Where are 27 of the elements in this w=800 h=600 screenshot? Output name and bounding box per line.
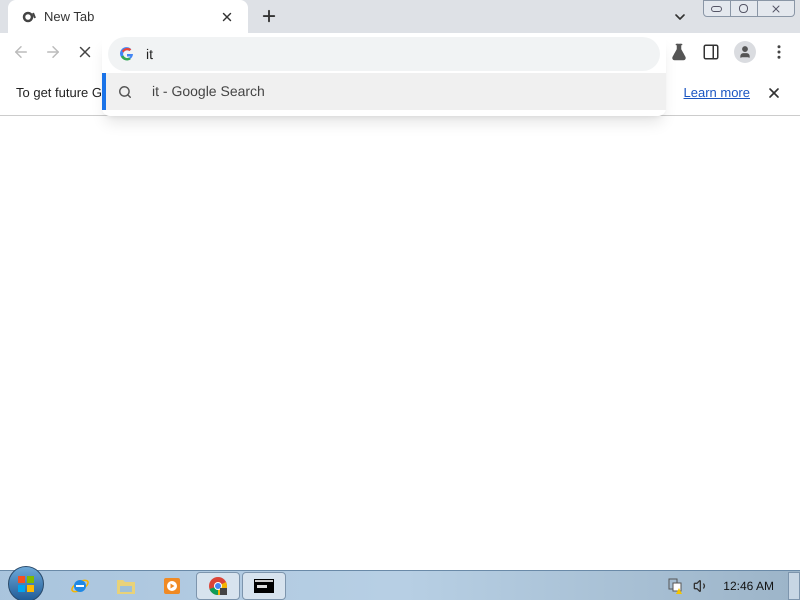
- info-message: To get future G: [16, 84, 102, 102]
- chrome-icon: [208, 576, 228, 596]
- close-icon: [770, 2, 782, 14]
- minimize-icon: [711, 6, 722, 12]
- browser-tab[interactable]: New Tab: [8, 0, 248, 33]
- play-icon: [163, 576, 181, 594]
- restore-icon: [739, 4, 748, 13]
- new-tab-icon[interactable]: [260, 7, 278, 25]
- omnibox-text: it: [146, 44, 153, 64]
- profile-icon[interactable]: [734, 40, 756, 62]
- tab-title: New Tab: [44, 8, 96, 26]
- search-icon: [118, 84, 132, 98]
- loading-icon: [22, 10, 36, 24]
- suggestion-row[interactable]: it - Google Search: [102, 73, 666, 110]
- learn-more-link[interactable]: Learn more: [684, 82, 750, 102]
- terminal-icon: [254, 578, 274, 592]
- start-button[interactable]: [8, 566, 44, 600]
- clock[interactable]: 12:46 AM: [723, 576, 774, 594]
- flask-icon[interactable]: [670, 42, 688, 60]
- omnibox-field[interactable]: it: [108, 37, 660, 71]
- taskbar-button[interactable]: [196, 572, 240, 600]
- side-panel-icon[interactable]: [702, 42, 720, 60]
- windows-logo-icon: [17, 574, 35, 592]
- network-warning-icon[interactable]: [667, 578, 684, 594]
- taskbar-button[interactable]: [242, 572, 286, 600]
- google-g-icon: [120, 47, 134, 61]
- suggestion-text: it - Google Search: [152, 82, 265, 101]
